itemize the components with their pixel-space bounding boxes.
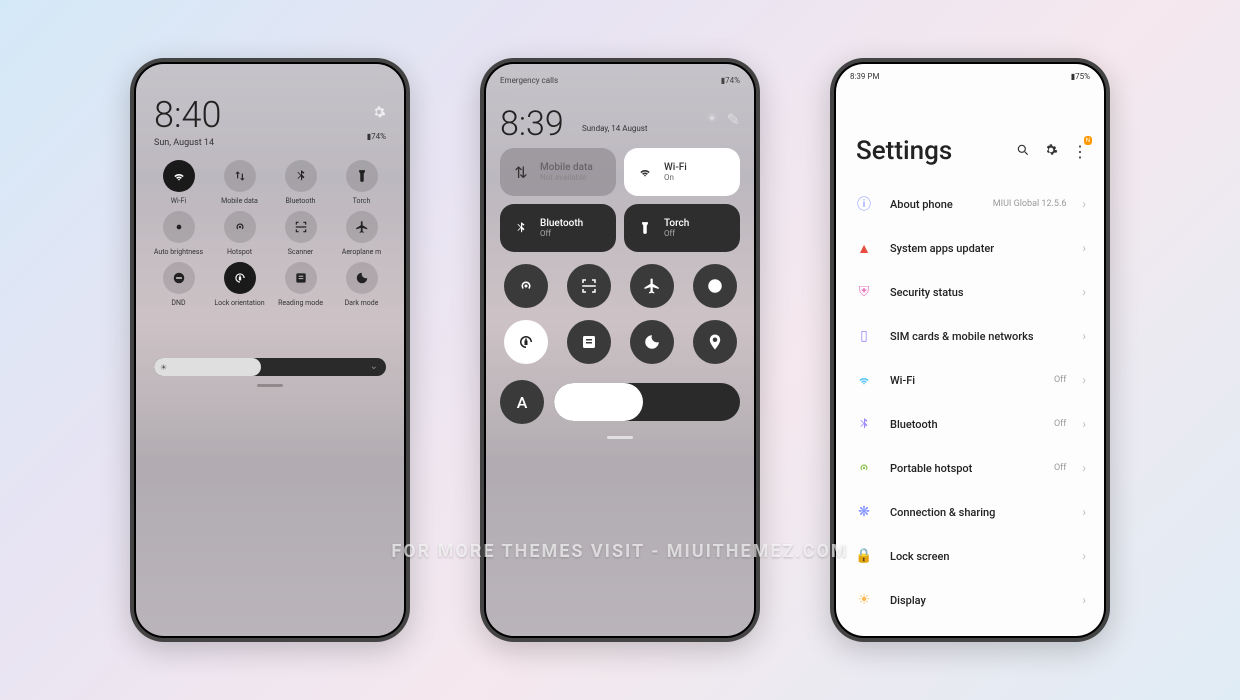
qs-tile-autobright[interactable]: Auto brightness xyxy=(150,211,207,256)
chevron-right-icon: › xyxy=(1082,417,1086,431)
clock-date: Sun, August 14 xyxy=(154,138,214,148)
qs-tile-dnd[interactable]: DND xyxy=(150,262,207,307)
qs-tile-torch[interactable]: Torch xyxy=(333,160,390,205)
hotspot-icon xyxy=(854,458,874,478)
bluetooth-icon xyxy=(854,414,874,434)
drag-handle[interactable] xyxy=(257,384,283,387)
battery-indicator: ▮74% xyxy=(367,132,386,141)
header-actions: ✎ xyxy=(705,110,740,129)
hotspot-icon xyxy=(224,211,256,243)
display-icon: ☀ xyxy=(854,590,874,610)
qs-tile-reading[interactable]: Reading mode xyxy=(272,262,329,307)
reading-toggle[interactable] xyxy=(567,320,611,364)
phone-mockup-3: 8:39 PM ▮75% Settings ⋮ ⓘAbout phoneMIUI… xyxy=(830,58,1110,642)
scanner-icon xyxy=(285,211,317,243)
share-icon: ❋ xyxy=(854,502,874,522)
chevron-right-icon: › xyxy=(1082,461,1086,475)
torch-icon xyxy=(346,160,378,192)
airplane-icon xyxy=(346,211,378,243)
lock-orient-toggle[interactable] xyxy=(504,320,548,364)
darkmode-icon xyxy=(346,262,378,294)
phone-mockup-1: 8:40 Sun, August 14 ▮74% Wi-FiMobile dat… xyxy=(130,58,410,642)
drag-handle[interactable] xyxy=(607,436,633,439)
dnd-toggle[interactable] xyxy=(693,264,737,308)
qs-tile-bluetooth[interactable]: Bluetooth xyxy=(272,160,329,205)
data-icon xyxy=(224,160,256,192)
bluetooth-icon xyxy=(285,160,317,192)
bluetooth-tile[interactable]: BluetoothOff xyxy=(500,204,616,252)
wifi-icon xyxy=(854,370,874,390)
more-icon[interactable]: ⋮ xyxy=(1072,142,1088,161)
quick-settings-grid: Wi-FiMobile dataBluetoothTorch Auto brigh… xyxy=(150,160,390,307)
status-time: 8:39 PM xyxy=(850,72,879,81)
qs-tile-scanner[interactable]: Scanner xyxy=(272,211,329,256)
quick-toggle-grid xyxy=(500,264,740,364)
settings-item[interactable]: Portable hotspotOff› xyxy=(836,446,1104,490)
emergency-label: Emergency calls xyxy=(500,76,558,85)
settings-icon[interactable] xyxy=(372,104,386,123)
page-title: Settings xyxy=(856,136,952,166)
wifi-tile[interactable]: Wi-FiOn xyxy=(624,148,740,196)
reading-icon xyxy=(285,262,317,294)
settings-icon[interactable] xyxy=(1044,142,1058,161)
qs-tile-data[interactable]: Mobile data xyxy=(211,160,268,205)
chevron-right-icon: › xyxy=(1082,197,1086,211)
bluetooth-icon xyxy=(512,221,530,235)
chevron-right-icon: › xyxy=(1082,285,1086,299)
settings-item[interactable]: ▯SIM cards & mobile networks› xyxy=(836,314,1104,358)
edit-icon[interactable]: ✎ xyxy=(727,110,740,129)
chevron-right-icon: › xyxy=(1082,593,1086,607)
sim-icon: ▯ xyxy=(854,326,874,346)
data-icon: ⇅ xyxy=(512,163,530,182)
scanner-toggle[interactable] xyxy=(567,264,611,308)
qs-tile-hotspot[interactable]: Hotspot xyxy=(211,211,268,256)
chevron-right-icon: › xyxy=(1082,241,1086,255)
search-icon[interactable] xyxy=(1016,142,1030,161)
wifi-icon xyxy=(163,160,195,192)
autobright-icon xyxy=(163,211,195,243)
clock-time: 8:40 xyxy=(154,94,221,136)
brightness-slider[interactable] xyxy=(554,383,740,421)
info-icon: ⓘ xyxy=(854,194,874,214)
wifi-icon xyxy=(636,165,654,179)
hotspot-toggle[interactable] xyxy=(504,264,548,308)
lock-orient-icon xyxy=(224,262,256,294)
settings-item[interactable]: Wi-FiOff› xyxy=(836,358,1104,402)
lock-icon: 🔒 xyxy=(854,546,874,566)
settings-list: ⓘAbout phoneMIUI Global 12.5.6›▲System a… xyxy=(836,182,1104,636)
qs-tile-lock-orient[interactable]: Lock orientation xyxy=(211,262,268,307)
chevron-right-icon: › xyxy=(1082,549,1086,563)
watermark-text: FOR MORE THEMES VISIT - MIUITHEMEZ.COM xyxy=(391,541,848,562)
shield-icon: ⛨ xyxy=(854,282,874,302)
qs-tile-wifi[interactable]: Wi-Fi xyxy=(150,160,207,205)
location-toggle[interactable] xyxy=(693,320,737,364)
qs-tile-darkmode[interactable]: Dark mode xyxy=(333,262,390,307)
chevron-right-icon: › xyxy=(1082,373,1086,387)
torch-icon xyxy=(636,221,654,235)
airplane-toggle[interactable] xyxy=(630,264,674,308)
clock-time: 8:39 xyxy=(500,104,564,144)
settings-item[interactable]: ❋Connection & sharing› xyxy=(836,490,1104,534)
settings-item[interactable]: 🔒Lock screen› xyxy=(836,534,1104,578)
settings-icon[interactable] xyxy=(705,110,719,129)
settings-item[interactable]: ▲System apps updater› xyxy=(836,226,1104,270)
clock-date: Sunday, 14 August xyxy=(582,124,648,133)
chevron-right-icon: › xyxy=(1082,505,1086,519)
settings-item[interactable]: BluetoothOff› xyxy=(836,402,1104,446)
chevron-right-icon: › xyxy=(1082,329,1086,343)
status-battery: ▮75% xyxy=(1071,72,1090,81)
battery-indicator: ▮74% xyxy=(721,76,740,85)
auto-brightness-button[interactable]: A xyxy=(500,380,544,424)
mobile-data-tile[interactable]: ⇅ Mobile dataNot available xyxy=(500,148,616,196)
darkmode-toggle[interactable] xyxy=(630,320,674,364)
settings-item[interactable]: ☀Display› xyxy=(836,578,1104,622)
warning-icon: ▲ xyxy=(854,238,874,258)
torch-tile[interactable]: TorchOff xyxy=(624,204,740,252)
settings-item[interactable]: ⛨Security status› xyxy=(836,270,1104,314)
brightness-slider[interactable]: ☀⌄ xyxy=(154,358,386,376)
qs-tile-airplane[interactable]: Aeroplane m xyxy=(333,211,390,256)
dnd-icon xyxy=(163,262,195,294)
settings-item[interactable]: ⓘAbout phoneMIUI Global 12.5.6› xyxy=(836,182,1104,226)
